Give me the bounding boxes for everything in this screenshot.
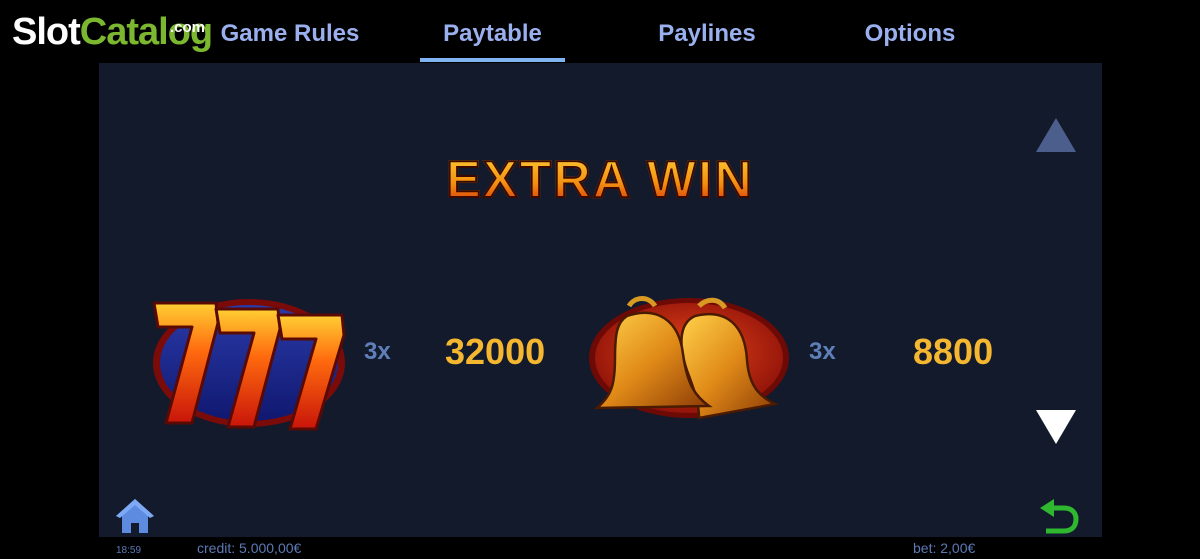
paytable-payout-bells: 8800 — [913, 331, 994, 372]
bells-icon — [589, 296, 789, 420]
tab-bar: Game Rules Paytable Paylines Options — [0, 0, 1200, 62]
tab-options[interactable]: Options — [855, 20, 965, 62]
back-icon[interactable] — [1038, 498, 1080, 536]
triple-seven-icon — [152, 299, 346, 431]
home-icon[interactable] — [114, 497, 156, 535]
tab-paytable[interactable]: Paytable — [420, 20, 565, 62]
scroll-up-icon[interactable] — [1034, 116, 1078, 154]
scroll-down-icon[interactable] — [1034, 408, 1078, 446]
paytable-payout-seven: 32000 — [445, 331, 546, 372]
section-title: EXTRA WIN — [0, 150, 1200, 210]
tab-paylines[interactable]: Paylines — [645, 20, 769, 62]
clock: 18:59 — [116, 545, 142, 556]
credit-display: credit: 5.000,00€ — [197, 540, 302, 556]
paytable-count-bells: 3x — [809, 338, 836, 365]
paytable-count-seven: 3x — [364, 338, 391, 365]
tab-game-rules[interactable]: Game Rules — [212, 20, 368, 62]
bet-display: bet: 2,00€ — [913, 540, 976, 556]
